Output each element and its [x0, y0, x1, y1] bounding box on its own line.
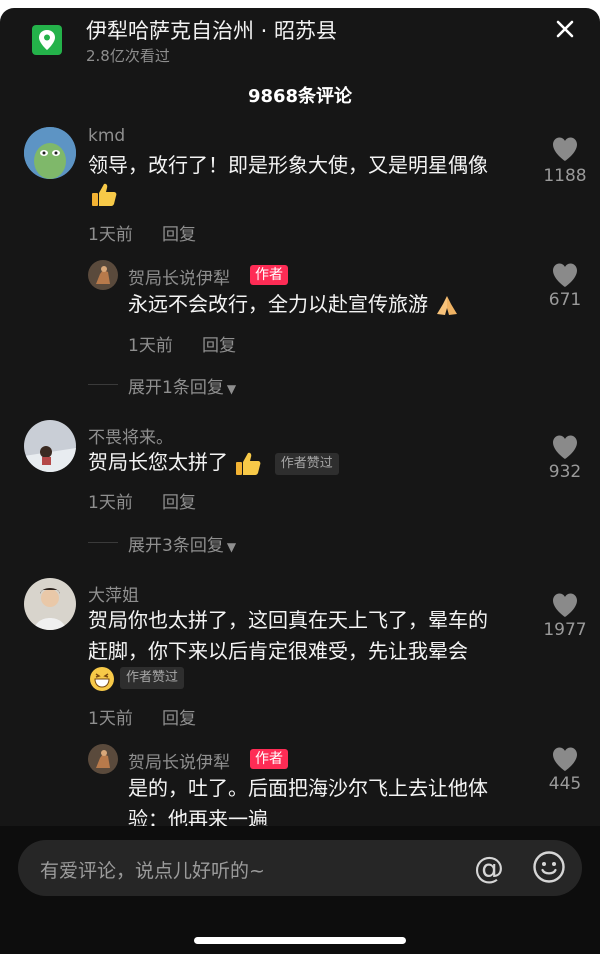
avatar[interactable]: [24, 420, 76, 472]
pray-emoji-icon: [437, 295, 458, 315]
location-pin-icon[interactable]: [32, 25, 62, 55]
grin-emoji-icon: [88, 665, 116, 697]
avatar[interactable]: [88, 260, 118, 290]
like-count: 932: [548, 462, 582, 482]
comment-text: 贺局你也太拼了，这回真在天上飞了，晕车的 赶脚，你下来以后肯定很难受，先让我晕会: [88, 608, 488, 663]
reply-time: 1天前: [128, 336, 173, 356]
avatar[interactable]: [88, 744, 118, 774]
view-count: 2.8亿次看过: [86, 47, 170, 65]
author-liked-badge: 作者赞过: [274, 452, 339, 475]
expand-divider: [88, 542, 118, 543]
like-count: 1188: [543, 166, 587, 186]
expand-replies-button[interactable]: 展开1条回复 ▼: [128, 373, 236, 398]
comment-input-placeholder[interactable]: 有爱评论，说点儿好听的~: [40, 856, 265, 883]
comment-username[interactable]: 不畏将来。: [88, 423, 173, 448]
location-title[interactable]: 伊犁哈萨克自治州 · 昭苏县: [86, 15, 337, 45]
emoji-icon[interactable]: [532, 850, 566, 884]
like-count: 1977: [543, 620, 587, 640]
reply-username[interactable]: 贺局长说伊犁: [128, 264, 230, 289]
chevron-down-icon: ▼: [226, 540, 237, 554]
reply-button[interactable]: 回复: [162, 220, 196, 245]
reply-text: 永远不会改行，全力以赴宣传旅游: [128, 289, 460, 320]
expand-divider: [88, 384, 118, 385]
heart-icon: [553, 593, 577, 617]
comment-time: 1天前: [88, 709, 133, 729]
comment-username[interactable]: 大萍姐: [88, 581, 139, 606]
comment-time: 1天前: [88, 225, 133, 245]
avatar[interactable]: [24, 578, 76, 630]
expand-replies-button[interactable]: 展开3条回复 ▼: [128, 531, 236, 556]
comment-username[interactable]: kmd: [88, 126, 125, 146]
comment-text: 贺局长您太拼了 作者赞过: [88, 447, 339, 478]
close-icon[interactable]: [552, 16, 578, 42]
like-button[interactable]: [530, 262, 600, 292]
thumbs-up-emoji-icon: [236, 452, 261, 475]
comment-count: 9868条评论: [247, 86, 353, 107]
chevron-down-icon: ▼: [226, 382, 237, 396]
comment-text: 领导，改行了！即是形象大使，又是明星偶像: [88, 153, 488, 177]
home-indicator[interactable]: [194, 937, 406, 944]
reply-username[interactable]: 贺局长说伊犁: [128, 748, 230, 773]
avatar[interactable]: [24, 127, 76, 179]
author-badge: 作者: [250, 265, 288, 285]
like-button[interactable]: [530, 746, 600, 776]
comment-time: 1天前: [88, 493, 133, 513]
like-count: 671: [548, 290, 582, 310]
author-liked-badge: 作者赞过: [120, 667, 185, 689]
heart-icon: [553, 137, 577, 161]
like-button[interactable]: [530, 434, 600, 464]
thumbs-up-emoji-icon: [90, 182, 118, 212]
like-button[interactable]: [530, 136, 600, 166]
author-badge: 作者: [250, 749, 288, 769]
reply-button[interactable]: 回复: [162, 704, 196, 729]
like-button[interactable]: [530, 592, 600, 622]
like-count: 445: [548, 774, 582, 794]
reply-button[interactable]: 回复: [202, 331, 236, 356]
reply-button[interactable]: 回复: [162, 488, 196, 513]
heart-icon: [553, 263, 577, 287]
mention-at-icon[interactable]: @: [474, 851, 504, 886]
heart-icon: [553, 435, 577, 459]
heart-icon: [553, 747, 577, 771]
